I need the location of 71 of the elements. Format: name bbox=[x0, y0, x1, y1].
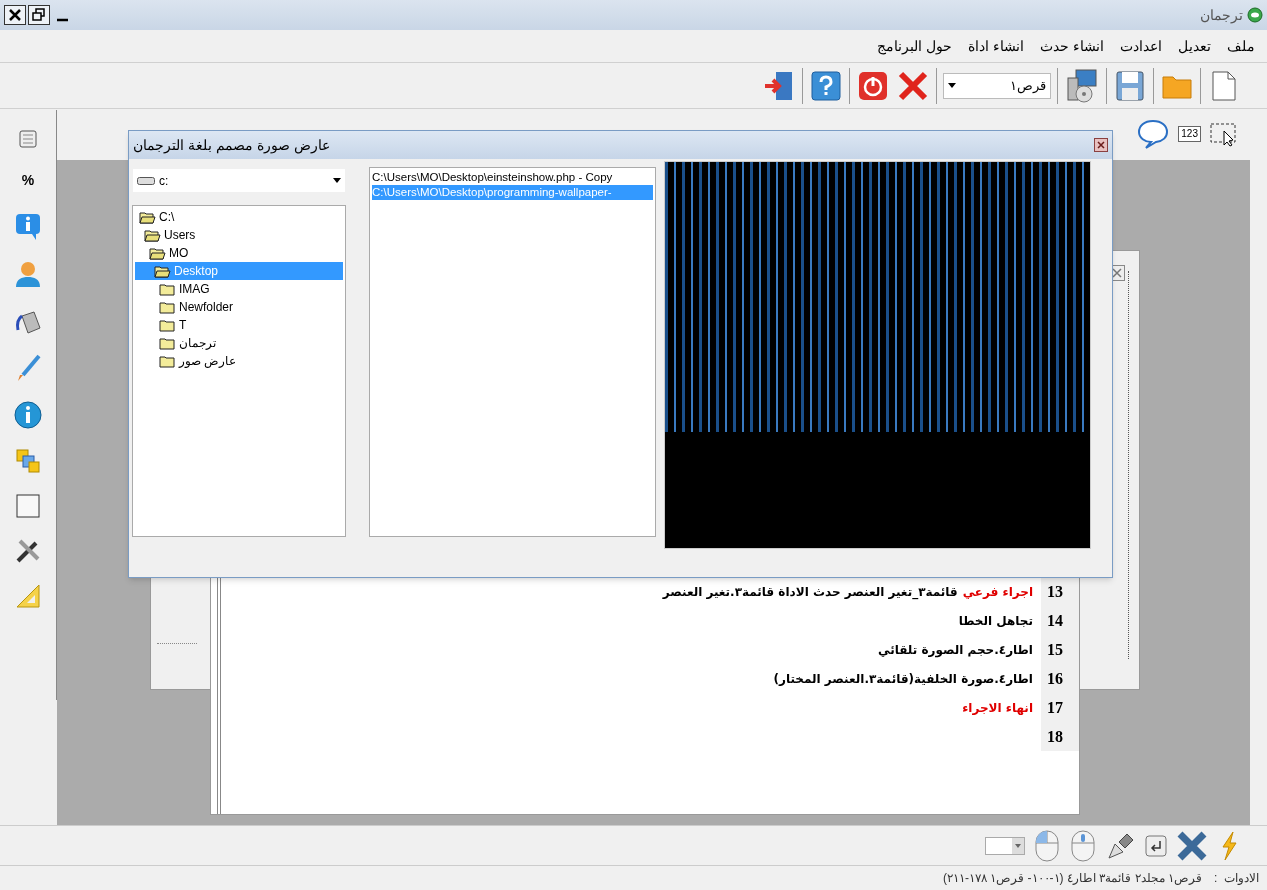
drive-combo[interactable]: قرص١ bbox=[943, 72, 1051, 99]
folder-icon bbox=[159, 318, 176, 332]
tree-item[interactable]: Newfolder bbox=[135, 298, 343, 316]
dialog-title: عارض صورة مصمم بلغة الترجمان bbox=[133, 135, 330, 156]
selection-icon[interactable] bbox=[1209, 120, 1239, 147]
menu-item[interactable]: تعديل bbox=[1178, 35, 1211, 57]
line-number: 16 bbox=[1041, 664, 1079, 693]
close-icon[interactable] bbox=[4, 5, 26, 25]
file-item[interactable]: C:\Users\MO\Desktop\einsteinshow.php - Copy bbox=[372, 170, 653, 185]
mouse-icon[interactable] bbox=[1069, 828, 1097, 863]
code-line: اجراء فرعي قائمة٣_تغير العنصر حدث الاداة قائمة٣.تغير العنصر bbox=[662, 583, 1034, 601]
help-icon[interactable] bbox=[809, 68, 843, 103]
drive-combo[interactable]: c: bbox=[133, 169, 345, 192]
overlapping-squares-icon[interactable] bbox=[14, 447, 42, 475]
computer-disc-icon[interactable] bbox=[1064, 67, 1100, 104]
menu-item[interactable]: اعدادت bbox=[1120, 35, 1162, 57]
dropdown-arrow-icon bbox=[1015, 843, 1021, 848]
folder-icon bbox=[159, 282, 176, 296]
status-text: قرص١ مجلد٢ قائمة٣ اطار٤ (١-١٠٠- قرص١ ١٧٨-٢١١) bbox=[942, 870, 1202, 887]
dropdown-arrow-icon bbox=[333, 178, 341, 183]
line-number: 13 bbox=[1041, 577, 1079, 606]
tree-item[interactable]: T bbox=[135, 316, 343, 334]
code-line: انهاء الاجراء bbox=[962, 699, 1034, 717]
tree-item[interactable]: MO bbox=[135, 244, 343, 262]
line-number: 15 bbox=[1041, 635, 1079, 664]
percent-tool[interactable]: % bbox=[21, 165, 35, 195]
enter-key-icon[interactable] bbox=[1145, 834, 1167, 857]
tree-item[interactable]: عارض صور bbox=[135, 352, 343, 370]
combo-value: قرص١ bbox=[1010, 76, 1046, 96]
status-label: الادوات : bbox=[1214, 870, 1259, 887]
open-folder-icon bbox=[139, 210, 156, 224]
code-line: تجاهل الخطا bbox=[958, 612, 1034, 630]
app-icon bbox=[1247, 7, 1263, 23]
number-tool[interactable]: 123 bbox=[1178, 125, 1201, 142]
form-window-icon[interactable] bbox=[19, 130, 37, 148]
save-icon[interactable] bbox=[1113, 68, 1147, 103]
folder-icon bbox=[159, 300, 176, 314]
triangle-ruler-icon[interactable] bbox=[14, 582, 42, 610]
window-title: ترجمان bbox=[1200, 5, 1243, 26]
info-bubble-icon[interactable] bbox=[14, 212, 42, 242]
line-number: 14 bbox=[1041, 606, 1079, 635]
open-folder-icon bbox=[154, 264, 171, 278]
tree-item[interactable]: ترجمان bbox=[135, 334, 343, 352]
line-number: 18 bbox=[1041, 722, 1079, 751]
folder-icon bbox=[159, 336, 176, 350]
drive-icon bbox=[137, 176, 155, 185]
delete-icon[interactable] bbox=[1175, 829, 1209, 862]
close-icon[interactable] bbox=[1094, 138, 1108, 152]
open-folder-icon bbox=[149, 246, 166, 260]
tools-icon[interactable] bbox=[14, 537, 42, 565]
code-line: اطار٤.صورة الخلفية(قائمة٣.العنصر المختار) bbox=[773, 670, 1034, 688]
line-number: 17 bbox=[1041, 693, 1079, 722]
mouse-icon[interactable] bbox=[1033, 828, 1061, 863]
tree-item[interactable]: Users bbox=[135, 226, 343, 244]
dropdown-arrow-icon bbox=[948, 83, 956, 88]
menu-item[interactable]: ملف bbox=[1227, 35, 1255, 57]
menu-item[interactable]: حول البرنامج bbox=[877, 35, 953, 57]
folder-icon bbox=[159, 354, 176, 368]
tree-item[interactable]: IMAG bbox=[135, 280, 343, 298]
tree-item[interactable]: C:\ bbox=[135, 208, 343, 226]
restore-icon[interactable] bbox=[28, 5, 50, 25]
person-icon[interactable] bbox=[14, 259, 42, 289]
menu-item[interactable]: انشاء حدث bbox=[1040, 35, 1104, 57]
rectangle-icon[interactable] bbox=[14, 492, 42, 520]
speech-bubble-icon[interactable] bbox=[1136, 117, 1171, 150]
small-combo[interactable] bbox=[985, 836, 1025, 855]
info-icon[interactable] bbox=[13, 400, 43, 430]
combo-value: c: bbox=[159, 172, 169, 190]
open-folder-icon bbox=[144, 228, 161, 242]
menu-item[interactable]: انشاء اداة bbox=[968, 35, 1025, 57]
code-line: اطار٤.حجم الصورة تلقائي bbox=[878, 641, 1034, 659]
